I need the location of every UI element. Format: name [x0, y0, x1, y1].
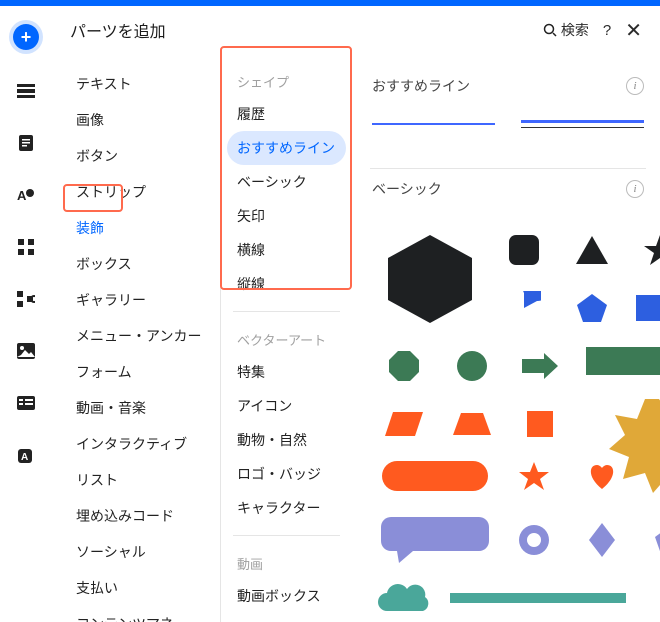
apps-icon[interactable]: [15, 236, 37, 258]
add-icon[interactable]: +: [13, 24, 39, 50]
subcategory-item[interactable]: ロゴ・バッジ: [227, 457, 346, 491]
theme-icon[interactable]: A: [15, 184, 37, 206]
category-item[interactable]: コンテンツマネージ...: [66, 606, 212, 622]
app-leftbar: + A A: [0, 6, 52, 622]
subcategory-item[interactable]: ベーシック: [227, 165, 346, 199]
category-item[interactable]: ギャラリー: [66, 282, 212, 318]
subcategory-item[interactable]: 動物・自然: [227, 423, 346, 457]
category-item[interactable]: ソーシャル: [66, 534, 212, 570]
category-item[interactable]: ボックス: [66, 246, 212, 282]
svg-text:A: A: [21, 452, 28, 463]
translate-icon[interactable]: A: [15, 444, 37, 466]
line-sample-2[interactable]: [521, 114, 644, 134]
category-item[interactable]: インタラクティブ: [66, 426, 212, 462]
shape-pentagon2[interactable]: [636, 511, 660, 569]
panel-header: パーツを追加 検索 ? ✕: [52, 6, 660, 54]
shape-star5[interactable]: [626, 221, 660, 279]
subcategory-list: シェイプ履歴おすすめラインベーシック矢印横線縦線ベクターアート特集アイコン動物・…: [220, 54, 352, 622]
shape-hexagon[interactable]: [370, 221, 490, 337]
shape-trapezoid[interactable]: [438, 395, 506, 453]
category-item[interactable]: 支払い: [66, 570, 212, 606]
search-button[interactable]: 検索: [543, 20, 589, 40]
category-item[interactable]: フォーム: [66, 354, 212, 390]
shape-heart[interactable]: [568, 447, 636, 505]
category-item[interactable]: ストリップ: [66, 174, 212, 210]
close-icon[interactable]: ✕: [625, 18, 642, 43]
subcategory-item[interactable]: アイコン: [227, 389, 346, 423]
shape-ring[interactable]: [500, 511, 568, 569]
category-item[interactable]: 装飾: [66, 210, 212, 246]
shape-arrow-right[interactable]: [506, 337, 574, 395]
category-item[interactable]: リスト: [66, 462, 212, 498]
shape-octagon[interactable]: [370, 337, 438, 395]
info-icon[interactable]: i: [626, 77, 644, 95]
data-icon[interactable]: [15, 392, 37, 414]
subgroup-title: 動画: [227, 546, 346, 579]
section-icon[interactable]: [15, 80, 37, 102]
shapes-grid: [370, 213, 646, 622]
shape-rectangle[interactable]: [626, 279, 660, 337]
subcategory-item[interactable]: 横線: [227, 233, 346, 267]
shape-pentagon[interactable]: [558, 279, 626, 337]
plugins-icon[interactable]: [15, 288, 37, 310]
shape-pacman[interactable]: [490, 279, 558, 337]
section-label-lines: おすすめライン: [372, 76, 470, 96]
category-item[interactable]: 埋め込みコード: [66, 498, 212, 534]
search-icon: [543, 23, 557, 37]
shape-speech-bubble[interactable]: [370, 511, 500, 569]
category-item[interactable]: 画像: [66, 102, 212, 138]
shape-thin-bar[interactable]: [438, 569, 638, 622]
subcategory-item[interactable]: おすすめライン: [227, 131, 346, 165]
shape-diamond[interactable]: [568, 511, 636, 569]
shape-speech-rect[interactable]: [574, 337, 660, 395]
section-label-basic: ベーシック: [372, 179, 442, 199]
shape-parallelogram[interactable]: [370, 395, 438, 453]
shape-cloud[interactable]: [370, 569, 438, 622]
subcategory-item[interactable]: 縦線: [227, 267, 346, 301]
subcategory-item[interactable]: 履歴: [227, 97, 346, 131]
media-icon[interactable]: [15, 340, 37, 362]
category-item[interactable]: テキスト: [66, 66, 212, 102]
panel-title: パーツを追加: [70, 18, 166, 42]
category-item[interactable]: 動画・音楽: [66, 390, 212, 426]
subgroup-title: ベクターアート: [227, 322, 346, 355]
page-icon[interactable]: [15, 132, 37, 154]
category-item[interactable]: ボタン: [66, 138, 212, 174]
subcategory-item[interactable]: 特集: [227, 355, 346, 389]
line-sample-1[interactable]: [372, 114, 495, 134]
info-icon[interactable]: i: [626, 180, 644, 198]
subcategory-item[interactable]: 動画ボックス: [227, 579, 346, 613]
lines-samples: [370, 110, 646, 162]
subcategory-item[interactable]: キャラクター: [227, 491, 346, 525]
subcategory-item[interactable]: 動画マスク: [227, 613, 346, 622]
help-icon[interactable]: ?: [603, 22, 611, 39]
preview-pane: おすすめライン i ベーシック i: [356, 54, 660, 622]
shape-star-orange[interactable]: [500, 447, 568, 505]
category-list: テキスト画像ボタンストリップ装飾ボックスギャラリーメニュー・アンカーフォーム動画…: [60, 54, 218, 622]
svg-text:A: A: [17, 188, 27, 203]
subcategory-item[interactable]: 矢印: [227, 199, 346, 233]
shape-triangle[interactable]: [558, 221, 626, 279]
shape-rounded-square[interactable]: [490, 221, 558, 279]
divider: [233, 311, 340, 312]
subgroup-title: シェイプ: [227, 64, 346, 97]
divider: [233, 535, 340, 536]
shape-pill[interactable]: [370, 447, 500, 505]
shape-square[interactable]: [506, 395, 574, 453]
shape-circle[interactable]: [438, 337, 506, 395]
category-item[interactable]: メニュー・アンカー: [66, 318, 212, 354]
